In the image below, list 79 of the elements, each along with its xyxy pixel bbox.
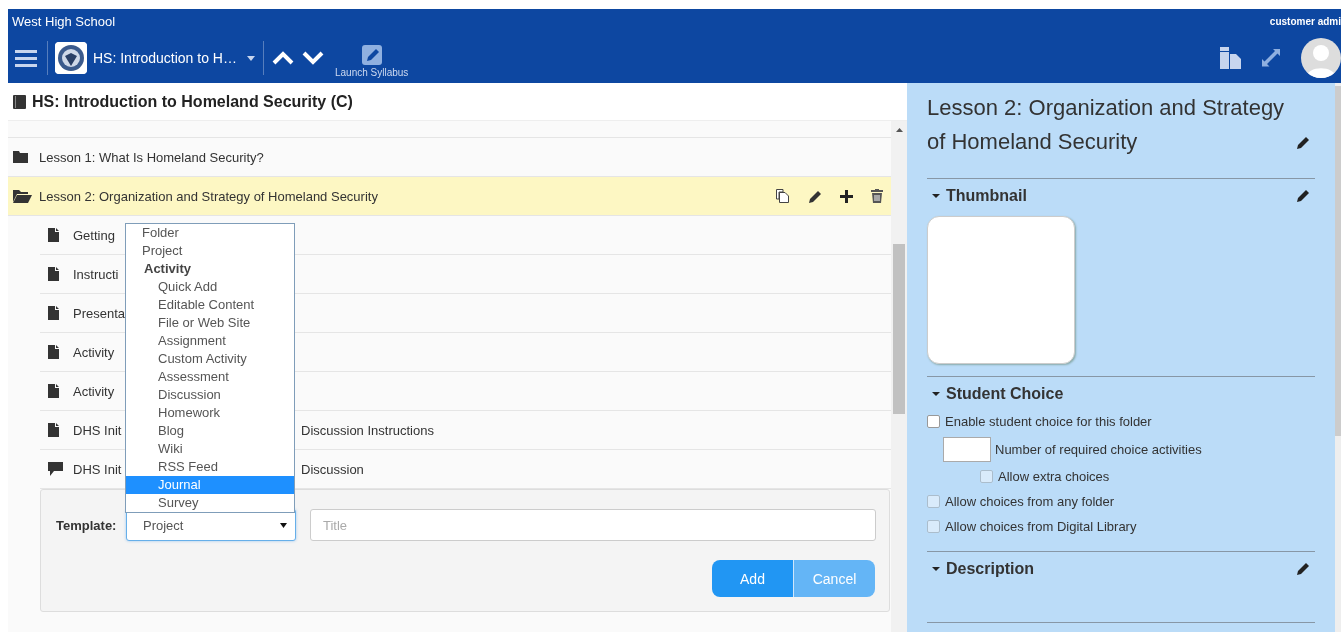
copy-icon[interactable] — [1219, 47, 1241, 69]
course-title[interactable]: HS: Introduction to H… — [93, 50, 237, 66]
item-title: Instructi — [73, 266, 119, 282]
launch-syllabus-button[interactable]: Launch Syllabus — [334, 38, 409, 78]
option-group-label: Activity — [143, 260, 192, 278]
copy-icon[interactable] — [776, 189, 789, 203]
chevron-down-icon[interactable] — [301, 51, 324, 65]
caret-icon — [280, 522, 287, 528]
item-title: Discussion Instructions — [301, 422, 434, 438]
panel-title: Lesson 2: Organization and Strategy of Homeland Security — [927, 94, 1286, 156]
pencil-icon[interactable] — [807, 188, 822, 204]
dropdown-option[interactable]: Editable Content — [126, 296, 294, 314]
document-icon — [48, 267, 59, 281]
menu-icon[interactable] — [15, 49, 37, 67]
dropdown-option[interactable]: Custom Activity — [126, 350, 294, 368]
checkbox-label: Allow choices from Digital Library — [945, 519, 1137, 534]
document-icon — [48, 228, 59, 242]
item-title: Activity — [73, 344, 115, 360]
checkbox-label: Enable student choice for this folder — [945, 414, 1152, 429]
school-name: West High School — [12, 13, 116, 29]
scroll-up-icon[interactable] — [895, 128, 903, 132]
number-field[interactable] — [943, 436, 991, 462]
section-heading[interactable]: Thumbnail — [946, 187, 1295, 205]
folder-row[interactable]: Lesson 2: Organization and Strategy of Homeland Security — [8, 177, 891, 216]
folder-title: Lesson 2: Organization and Strategy of Homeland Security — [39, 188, 379, 204]
item-title: Activity — [73, 383, 115, 399]
item-title: Getting — [73, 227, 115, 243]
trash-icon[interactable] — [871, 189, 883, 203]
dropdown-option[interactable]: Survey — [126, 494, 294, 512]
pencil-icon[interactable] — [1295, 561, 1311, 577]
section-heading[interactable]: Student Choice — [946, 385, 1315, 403]
avatar[interactable] — [1301, 38, 1341, 78]
dropdown-option[interactable]: Assignment — [126, 332, 294, 350]
folder-icon — [13, 151, 28, 163]
item-title: DHS Init — [73, 422, 122, 438]
add-icon[interactable] — [840, 189, 853, 203]
dropdown-option[interactable]: Discussion — [126, 386, 294, 404]
thumbnail-placeholder[interactable] — [927, 216, 1075, 364]
open-folder-icon — [13, 189, 32, 203]
pencil-icon — [361, 44, 382, 65]
document-icon — [48, 423, 59, 437]
scrollbar[interactable] — [891, 121, 907, 632]
item-title: Presenta — [73, 305, 126, 321]
dropdown-option[interactable]: Quick Add — [126, 278, 294, 296]
document-icon — [48, 306, 59, 320]
speech-bubble-icon — [48, 462, 63, 476]
caret-down-icon[interactable] — [932, 192, 940, 200]
checkbox-label: Allow extra choices — [998, 469, 1110, 484]
template-label: Template: — [56, 517, 118, 533]
book-icon — [13, 94, 26, 109]
seal-icon — [55, 42, 87, 74]
pencil-icon[interactable] — [1295, 188, 1311, 204]
caret-icon[interactable] — [246, 55, 255, 61]
checkbox-label: Allow choices from any folder — [945, 494, 1115, 509]
document-icon — [48, 384, 59, 398]
dropdown-option[interactable]: RSS Feed — [126, 458, 294, 476]
title-field[interactable]: Title — [310, 509, 876, 541]
item-title: Discussion — [301, 461, 364, 477]
dropdown-option[interactable]: Homework — [126, 404, 294, 422]
folder-title: Lesson 1: What Is Homeland Security? — [39, 149, 265, 165]
scrollbar-thumb[interactable] — [1335, 86, 1341, 436]
expand-icon[interactable] — [1261, 48, 1281, 68]
item-title: DHS Init — [73, 461, 122, 477]
dropdown-option[interactable]: Folder — [126, 224, 294, 242]
dropdown-option[interactable]: File or Web Site — [126, 314, 294, 332]
field-label: Number of required choice activities — [995, 441, 1202, 457]
outline-title: HS: Introduction to Homeland Security (C) — [32, 92, 353, 111]
dropdown-option[interactable]: Project — [126, 242, 294, 260]
caret-down-icon[interactable] — [932, 390, 940, 398]
pencil-icon[interactable] — [1295, 135, 1311, 151]
document-icon — [48, 345, 59, 359]
dropdown-option[interactable]: Wiki — [126, 440, 294, 458]
dropdown-option[interactable]: Assessment — [126, 368, 294, 386]
chevron-up-icon[interactable] — [271, 51, 294, 65]
caret-down-icon[interactable] — [932, 565, 940, 573]
user-name: customer admi — [1269, 15, 1341, 27]
dropdown-option[interactable]: Blog — [126, 422, 294, 440]
checkbox[interactable] — [927, 415, 940, 428]
section-heading[interactable]: Description — [946, 560, 1295, 578]
